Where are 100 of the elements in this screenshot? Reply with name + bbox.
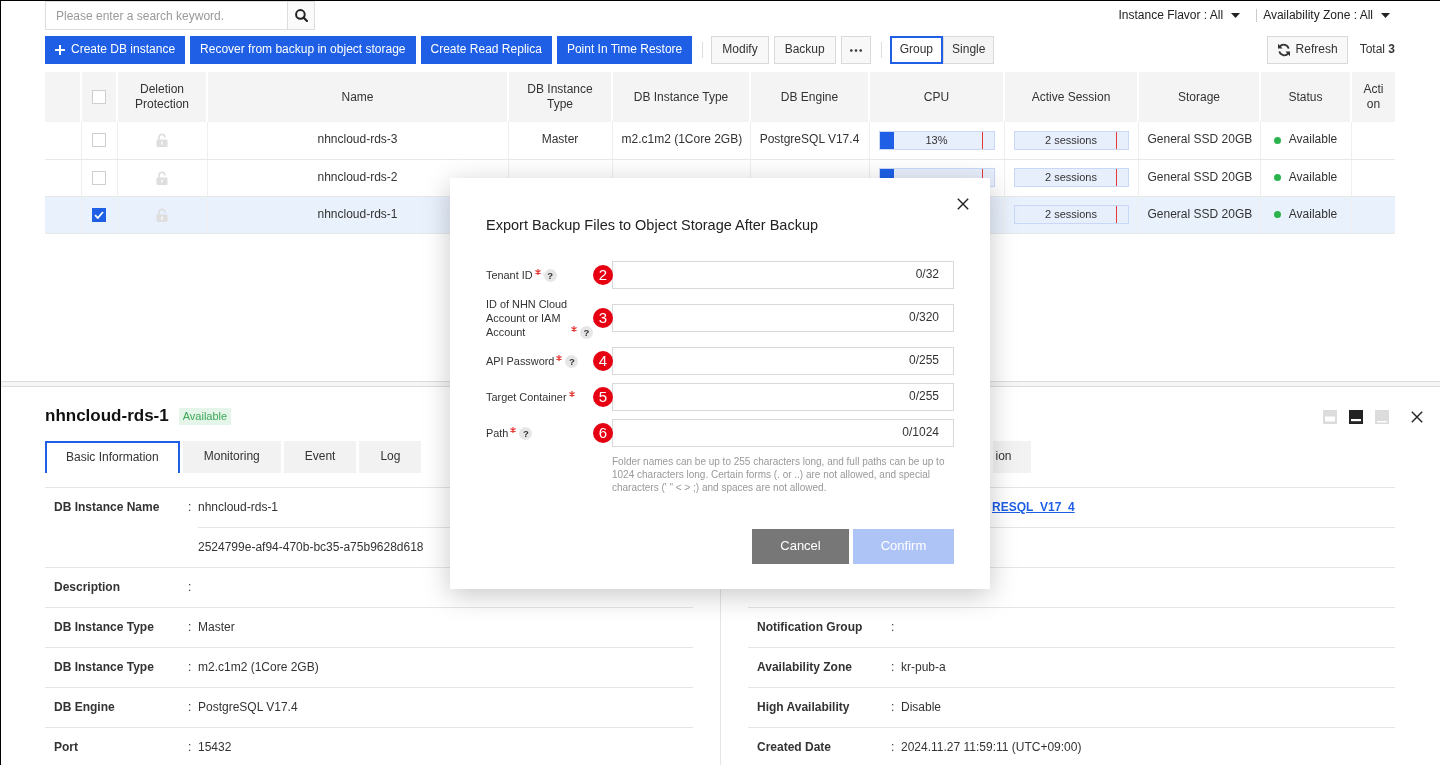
field-label: Tenant ID	[486, 268, 533, 282]
search-button[interactable]	[287, 1, 315, 30]
field-label: Notification Group	[756, 619, 864, 636]
step-marker: 4	[593, 351, 613, 371]
close-icon[interactable]	[1411, 410, 1423, 423]
field-value: 15432	[198, 739, 232, 756]
table-row[interactable]: nhncloud-rds-3 Master m2.c1m2 (1Core 2GB) PostgreSQL V17.4 13% 2 sessions General SSD 20GB Available	[45, 122, 1395, 159]
input-field[interactable]: 0/1024	[612, 419, 954, 447]
step-marker: 2	[593, 265, 613, 285]
help-icon[interactable]: ?	[580, 326, 593, 339]
column-header: Status	[1260, 72, 1351, 122]
tab[interactable]: Event	[283, 441, 357, 473]
toggle-button[interactable]: Single	[943, 36, 995, 64]
column-header: Deletion Protection	[117, 72, 207, 122]
close-icon[interactable]	[957, 198, 969, 210]
action-button[interactable]: Recover from backup in object storage	[190, 36, 416, 64]
hint-text: Folder names can be up to 255 characters long, and full paths can be up to 1024 characters long. Certain forms (. or ..) are not allowed, and special characters (' " < > ;) and spaces are not allowed.	[612, 455, 946, 494]
threshold-marker	[982, 131, 984, 149]
toolbar-button[interactable]: Backup	[773, 36, 836, 64]
field-label: API Password	[486, 354, 555, 368]
field-value: Disable	[901, 699, 942, 716]
status-badge: Available	[178, 408, 232, 425]
help-icon[interactable]: ?	[543, 269, 557, 282]
field-value: PostgreSQL V17.4	[198, 699, 298, 716]
character-counter: 0/320	[908, 310, 939, 326]
panel-title: nhncloud-rds-1	[45, 405, 169, 428]
step-marker: 6	[593, 423, 613, 443]
cancel-button[interactable]: Cancel	[752, 529, 849, 564]
search-icon	[294, 9, 308, 22]
link[interactable]: RESQL_V17_4	[992, 499, 1075, 516]
column-header: DB Instance Type	[612, 72, 750, 122]
tab[interactable]: Monitoring	[182, 441, 281, 473]
field-label: DB Engine	[53, 699, 116, 716]
action-button[interactable]: Create DB instance	[45, 36, 186, 64]
field-label: Description	[53, 579, 121, 596]
field-label: DB Instance Type	[53, 659, 155, 676]
plus-icon	[55, 45, 65, 55]
caret-icon	[1231, 13, 1241, 18]
status-text: Available	[1288, 169, 1338, 186]
help-icon[interactable]: ?	[565, 355, 579, 368]
step-marker: 3	[593, 308, 613, 328]
field-separator: :	[188, 739, 193, 756]
field-value: Master	[198, 619, 235, 636]
layout-icon[interactable]	[1349, 409, 1363, 424]
action-button[interactable]: Point In Time Restore	[556, 36, 693, 64]
input-field[interactable]: 0/255	[612, 383, 954, 411]
field-separator: :	[891, 699, 896, 716]
threshold-marker	[1116, 206, 1118, 223]
meter-reading: 2 sessions	[1045, 132, 1097, 148]
refresh-button[interactable]: Refresh	[1266, 36, 1348, 64]
refresh-icon	[1276, 43, 1291, 57]
help-icon[interactable]: ?	[519, 427, 533, 440]
total-count: Total 3	[1359, 42, 1395, 58]
filter-dropdown[interactable]: Availability Zone : All	[1263, 7, 1390, 24]
field-value: kr-pub-a	[901, 659, 946, 676]
tab[interactable]: Log	[359, 441, 422, 473]
input-field[interactable]: 0/320	[612, 304, 954, 332]
search-field[interactable]: Please enter a search keyword.	[45, 1, 287, 30]
character-counter: 0/255	[908, 389, 939, 405]
table-cell: m2.c1m2 (1Core 2GB)	[612, 122, 750, 159]
field-label: Availability Zone	[756, 659, 853, 676]
tab[interactable]: ion	[993, 441, 1032, 473]
check-icon	[94, 210, 104, 219]
field-label: Target Container	[486, 390, 567, 404]
field-label: ID of NHN Cloud Account or IAM Account	[486, 297, 569, 339]
more-button[interactable]	[840, 36, 871, 64]
table-cell: General SSD 20GB	[1138, 122, 1260, 159]
field-label: DB Instance Type	[53, 619, 155, 636]
meter-reading: 2 sessions	[1045, 170, 1097, 185]
input-field[interactable]: 0/255	[612, 347, 954, 375]
field-label: Created Date	[756, 739, 833, 756]
character-counter: 0/255	[908, 353, 939, 369]
column-header: CPU	[869, 72, 1004, 122]
threshold-marker	[1116, 169, 1118, 186]
column-header: Action	[1351, 72, 1395, 122]
input-field[interactable]: 0/32	[612, 261, 954, 289]
more-icon	[849, 48, 862, 52]
action-button[interactable]: Create Read Replica	[420, 36, 552, 64]
column-header: Storage	[1138, 72, 1260, 122]
toolbar-button[interactable]: Modify	[711, 36, 769, 64]
filter-dropdown[interactable]: Instance Flavor : All	[1118, 7, 1241, 24]
field-separator: :	[188, 499, 193, 516]
field-label: DB Instance Name	[53, 499, 161, 516]
character-counter: 0/1024	[902, 425, 939, 441]
column-header: Active Session	[1004, 72, 1138, 122]
caret-icon	[1381, 13, 1390, 18]
status-text: Available	[1288, 206, 1338, 223]
field-label: Path	[486, 426, 509, 440]
field-value: nhncloud-rds-1	[198, 499, 279, 516]
field-value: 2524799e-af94-470b-bc35-a75b9628d618	[198, 539, 424, 556]
column-header: DB Engine	[750, 72, 869, 122]
checkbox[interactable]	[92, 207, 106, 222]
field-separator: :	[891, 739, 896, 756]
meter-reading: 2 sessions	[1045, 207, 1097, 222]
meter-reading: 13%	[925, 132, 948, 148]
field-separator: :	[188, 699, 193, 716]
threshold-marker	[1116, 131, 1118, 149]
tab[interactable]: Basic Information	[45, 441, 180, 473]
field-label: High Availability	[756, 699, 851, 716]
toggle-button[interactable]: Group	[889, 36, 944, 64]
